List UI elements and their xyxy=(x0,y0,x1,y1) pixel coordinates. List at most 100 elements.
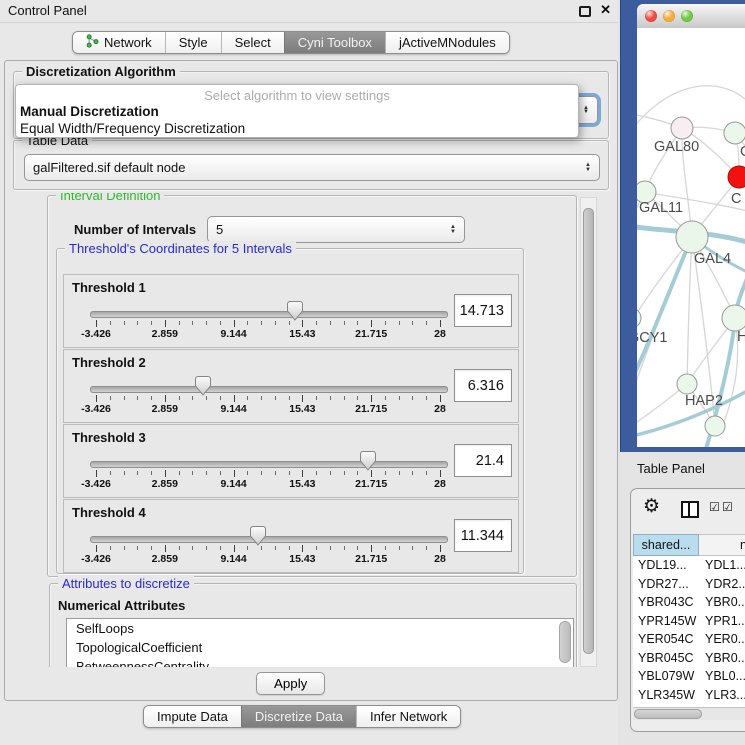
tab-style[interactable]: Style xyxy=(165,32,221,53)
tick-mark xyxy=(151,546,152,550)
tick-mark xyxy=(385,546,386,550)
network-node-gal80[interactable] xyxy=(671,117,693,139)
close-icon[interactable]: ✕ xyxy=(600,2,611,18)
tab-select[interactable]: Select xyxy=(221,32,284,53)
tick-mark xyxy=(206,321,207,325)
node-label: HAP2 xyxy=(685,393,723,409)
tick-mark xyxy=(110,471,111,475)
table-row[interactable]: YLR345WYLR3... xyxy=(633,686,745,705)
slider-tick-marks xyxy=(96,545,440,553)
apply-button[interactable]: Apply xyxy=(256,672,325,695)
tick-mark xyxy=(316,546,317,550)
tick-mark xyxy=(371,395,372,402)
scrollbar-thumb[interactable] xyxy=(583,208,594,654)
list-item[interactable]: BetweennessCentrality xyxy=(67,657,573,667)
network-node[interactable] xyxy=(705,416,725,436)
traffic-light-zoom[interactable] xyxy=(681,10,693,22)
tab-cyni-toolbox[interactable]: Cyni Toolbox xyxy=(284,32,385,53)
slider-handle[interactable] xyxy=(195,376,211,396)
network-window-titlebar[interactable] xyxy=(637,4,745,29)
table-row[interactable]: YBR045CYBR0... xyxy=(633,649,745,668)
tab-impute-data[interactable]: Impute Data xyxy=(144,706,241,727)
tick-label: 15.43 xyxy=(289,553,315,565)
group-title-attributes: Attributes to discretize xyxy=(58,576,194,591)
tick-mark xyxy=(220,546,221,550)
list-item[interactable]: SelfLoops xyxy=(67,619,573,638)
network-node-hap2[interactable] xyxy=(677,374,697,394)
threshold-value-field[interactable]: 6.316 xyxy=(454,369,512,402)
tab-jactivemnodules[interactable]: jActiveMNodules xyxy=(385,32,509,53)
threshold-value-field[interactable]: 21.4 xyxy=(454,444,512,477)
traffic-light-close[interactable] xyxy=(645,10,657,22)
tick-mark xyxy=(371,545,372,552)
tick-label: 9.144 xyxy=(220,478,246,490)
tab-label: Discretize Data xyxy=(255,709,343,724)
list-scrollbar-thumb[interactable] xyxy=(559,621,571,663)
slider-tick-marks xyxy=(96,470,440,478)
tick-mark xyxy=(412,546,413,550)
threshold-value-field[interactable]: 14.713 xyxy=(454,294,512,327)
tick-label: 2.859 xyxy=(152,478,178,490)
traffic-light-minimize[interactable] xyxy=(663,10,675,22)
tick-mark xyxy=(165,470,166,477)
cyni-toolbox-panel: Discretization Algorithm ▲▼ Select algor… xyxy=(4,60,618,701)
dropdown-item[interactable]: Equal Width/Frequency Discretization xyxy=(16,120,578,137)
list-item[interactable]: TopologicalCoefficient xyxy=(67,638,573,657)
slider-handle[interactable] xyxy=(250,526,266,546)
threshold-value-field[interactable]: 11.344 xyxy=(454,519,512,552)
table-horizontal-scrollbar[interactable] xyxy=(633,707,745,720)
column-header-name[interactable]: n xyxy=(699,534,745,556)
number-of-intervals-value: 5 xyxy=(216,222,223,237)
tick-label: -3.426 xyxy=(81,328,111,340)
slider-track[interactable] xyxy=(90,461,448,468)
network-canvas[interactable]: GAL80GACGAL11GAL4GCY1HHAP2 xyxy=(637,28,745,447)
scrollbar-thumb[interactable] xyxy=(634,709,702,719)
table-row[interactable]: YBR043CYBR0... xyxy=(633,593,745,612)
settings-gear-icon[interactable]: ⚙ xyxy=(643,495,660,519)
tab-network[interactable]: Network xyxy=(73,32,165,53)
tick-label: 2.859 xyxy=(152,403,178,415)
settings-vertical-scrollbar[interactable] xyxy=(580,197,597,667)
tick-mark xyxy=(261,471,262,475)
network-node-h[interactable] xyxy=(722,305,745,331)
tick-label: -3.426 xyxy=(81,403,111,415)
tick-mark xyxy=(234,320,235,327)
table-row[interactable]: YDL19...YDL1... xyxy=(633,556,745,575)
table-row[interactable]: YBL079WYBL0... xyxy=(633,667,745,686)
float-window-icon[interactable] xyxy=(579,6,591,17)
slider-handle[interactable] xyxy=(360,451,376,471)
slider-handle[interactable] xyxy=(287,301,303,321)
interval-definition-group: Interval Definition Number of Intervals … xyxy=(47,195,577,577)
node-table-box: ⚙ ☑ ☑ shared... n YDL19...YDL1...YDR27..… xyxy=(630,488,745,732)
split-columns-icon[interactable] xyxy=(681,501,699,518)
column-checkbox-icon[interactable]: ☑ xyxy=(709,500,720,514)
cell-name: YBL0... xyxy=(699,667,745,686)
tick-mark xyxy=(137,546,138,550)
node-label: GCY1 xyxy=(637,330,668,346)
tick-mark xyxy=(165,545,166,552)
tick-mark xyxy=(371,470,372,477)
screenshot-root: Control Panel ✕ NetworkStyleSelectCyni T… xyxy=(0,0,745,745)
tab-discretize-data[interactable]: Discretize Data xyxy=(241,706,356,727)
slider-track[interactable] xyxy=(90,311,448,318)
stepper-arrows-icon: ▲▼ xyxy=(585,163,591,172)
slider-track[interactable] xyxy=(90,386,448,393)
network-node-ga[interactable] xyxy=(724,122,745,144)
network-node-c[interactable] xyxy=(728,166,745,188)
threshold-row: Threshold 4-3.4262.8599.14415.4321.71528… xyxy=(63,499,519,573)
column-checkbox-icon[interactable]: ☑ xyxy=(722,500,733,514)
slider-track[interactable] xyxy=(90,536,448,543)
table-row[interactable]: YER054CYER0... xyxy=(633,630,745,649)
network-node-gal4[interactable] xyxy=(676,221,708,253)
tick-mark xyxy=(426,471,427,475)
numerical-attributes-list[interactable]: SelfLoopsTopologicalCoefficientBetweenne… xyxy=(66,618,574,667)
table-row[interactable]: YDR27...YDR2... xyxy=(633,575,745,594)
number-of-intervals-combobox[interactable]: 5 ▲▼ xyxy=(207,216,465,243)
dropdown-item[interactable]: Manual Discretization xyxy=(16,103,578,120)
table-row[interactable]: YPR145WYPR1... xyxy=(633,612,745,631)
tab-label: Impute Data xyxy=(157,709,228,724)
column-header-shared-name[interactable]: shared... xyxy=(633,534,699,556)
tab-infer-network[interactable]: Infer Network xyxy=(356,706,460,727)
cell-shared-name: YPR145W xyxy=(633,612,699,631)
table-data-combobox[interactable]: galFiltered.sif default node ▲▼ xyxy=(24,154,600,181)
